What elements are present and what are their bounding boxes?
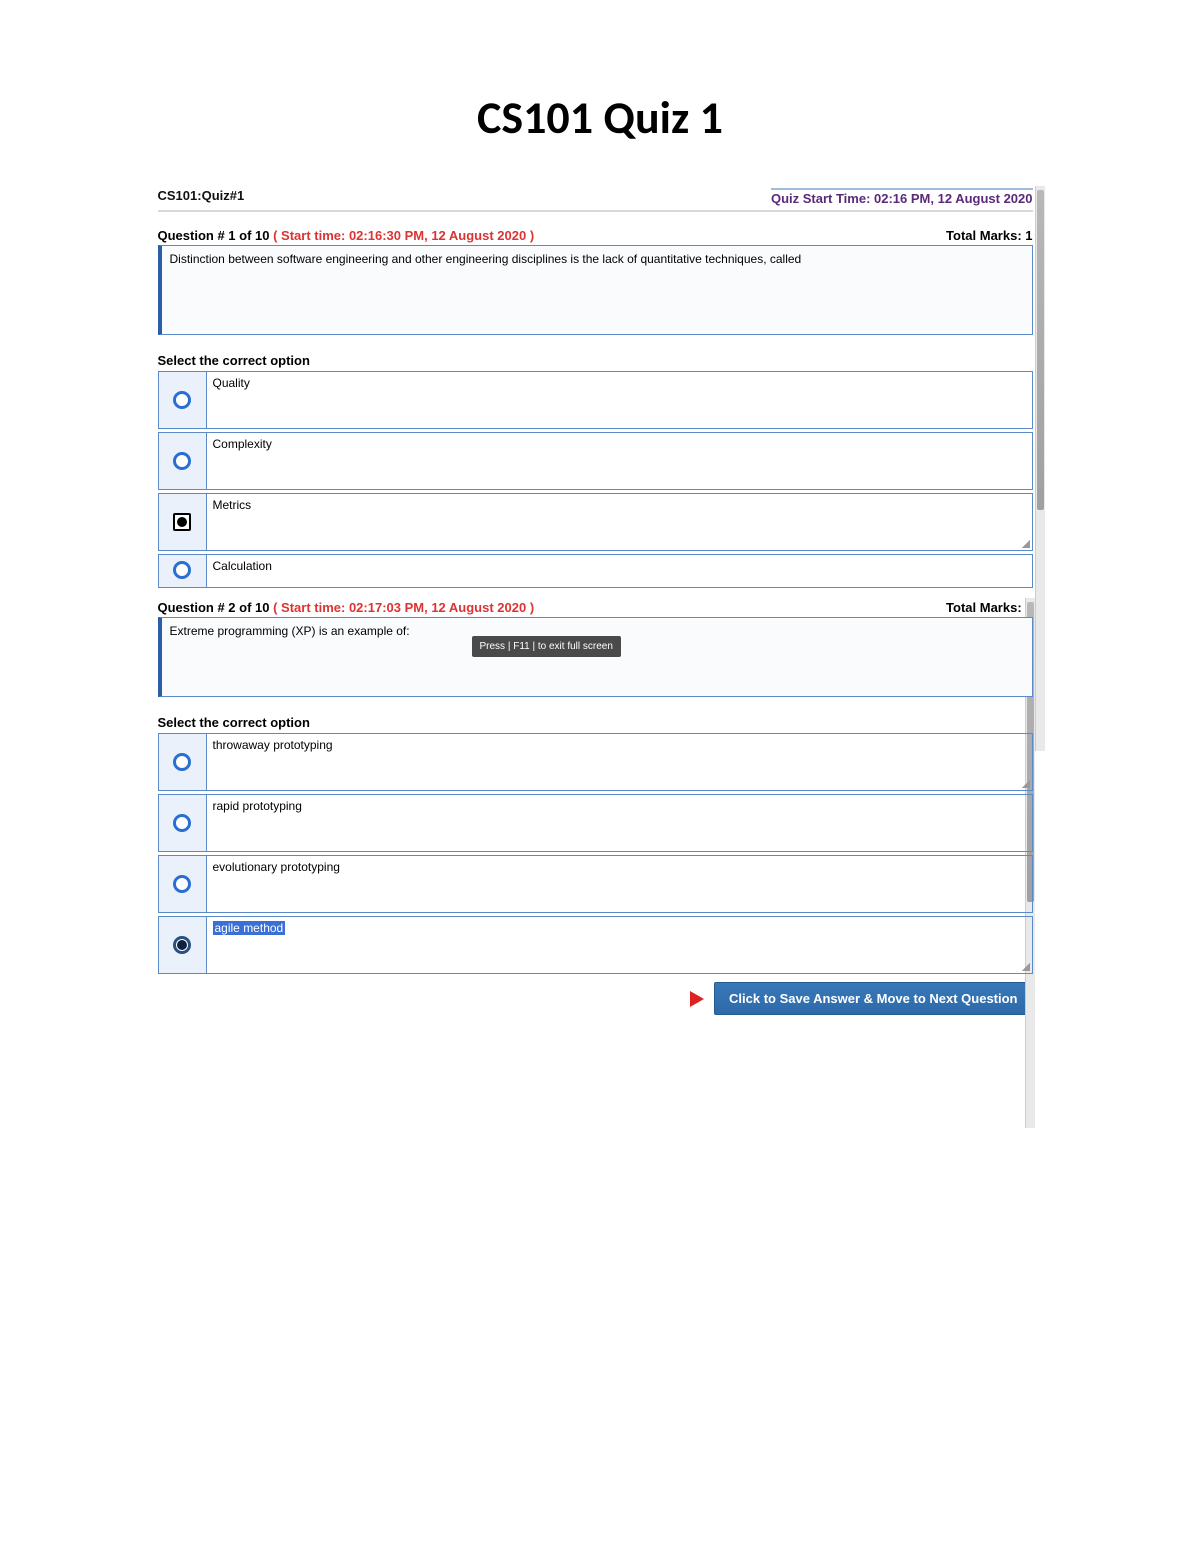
option-row[interactable]: rapid prototyping [158,794,1033,852]
option-text: Metrics [207,494,1032,550]
quiz-start-time: Quiz Start Time: 02:16 PM, 12 August 202… [771,188,1033,206]
radio-selected-icon[interactable] [173,936,191,954]
option-text: Complexity [207,433,1032,489]
question-header: Question # 2 of 10 ( Start time: 02:17:0… [158,598,1033,617]
option-row[interactable]: Calculation [158,554,1033,588]
option-text: agile method [207,917,1032,973]
option-text: throwaway prototyping [207,734,1032,790]
question-marks: Total Marks: 1 [946,600,1032,615]
question-body: Extreme programming (XP) is an example o… [158,617,1033,697]
resize-handle-icon[interactable] [1022,780,1030,788]
option-row[interactable]: evolutionary prototyping [158,855,1033,913]
page-title: CS101 Quiz 1 [40,90,1160,146]
question-number: Question # 2 of 10 [158,600,270,615]
question-start-time: ( Start time: 02:16:30 PM, 12 August 202… [273,228,534,243]
question-2: Question # 2 of 10 ( Start time: 02:17:0… [158,598,1033,1015]
radio-icon[interactable] [173,391,191,409]
option-text: Calculation [207,555,1032,587]
resize-handle-icon[interactable] [1022,963,1030,971]
option-row[interactable]: Quality [158,371,1033,429]
option-text: Quality [207,372,1032,428]
radio-icon[interactable] [173,561,191,579]
select-option-label: Select the correct option [158,353,1033,368]
resize-handle-icon[interactable] [1022,540,1030,548]
select-option-label: Select the correct option [158,715,1033,730]
question-start-time: ( Start time: 02:17:03 PM, 12 August 202… [273,600,534,615]
question-marks: Total Marks: 1 [946,228,1032,243]
question-text: Distinction between software engineering… [170,252,802,266]
question-1: Question # 1 of 10 ( Start time: 02:16:3… [158,226,1033,588]
radio-icon[interactable] [173,452,191,470]
question-body: Distinction between software engineering… [158,245,1033,335]
question-number: Question # 1 of 10 [158,228,270,243]
quiz-header: CS101:Quiz#1 Quiz Start Time: 02:16 PM, … [158,186,1033,212]
option-row[interactable]: throwaway prototyping [158,733,1033,791]
option-row[interactable]: Complexity [158,432,1033,490]
radio-selected-icon[interactable] [173,513,191,531]
footer-actions: Click to Save Answer & Move to Next Ques… [158,982,1033,1015]
course-code: CS101:Quiz#1 [158,188,245,206]
quiz-container: CS101:Quiz#1 Quiz Start Time: 02:16 PM, … [158,186,1043,1015]
option-row[interactable]: agile method [158,916,1033,974]
save-next-button[interactable]: Click to Save Answer & Move to Next Ques… [714,982,1032,1015]
question-text: Extreme programming (XP) is an example o… [170,624,410,638]
vertical-scrollbar[interactable] [1035,186,1045,751]
radio-icon[interactable] [173,753,191,771]
fullscreen-tooltip: Press | F11 | to exit full screen [472,636,621,657]
option-row[interactable]: Metrics [158,493,1033,551]
option-text: rapid prototyping [207,795,1032,851]
option-text: evolutionary prototyping [207,856,1032,912]
question-header: Question # 1 of 10 ( Start time: 02:16:3… [158,226,1033,245]
radio-icon[interactable] [173,814,191,832]
radio-icon[interactable] [173,875,191,893]
play-icon [690,991,704,1007]
